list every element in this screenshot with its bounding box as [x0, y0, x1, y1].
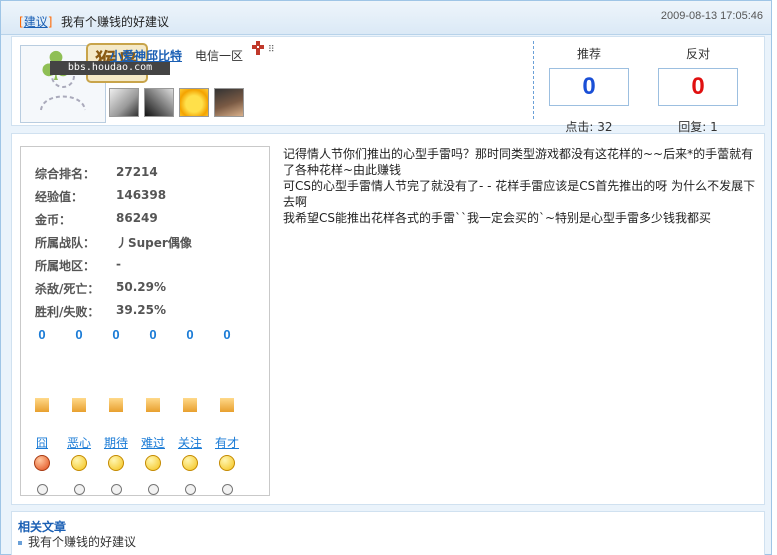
stat-value: 丿Super偶像	[116, 236, 192, 250]
author-stats-box: 综合排名： 27214 经验值： 146398 金币： 86249 所属战队： 丿Sup…	[20, 146, 270, 496]
related-item-link[interactable]: 我有个赚钱的好建议	[28, 535, 136, 549]
badge-3[interactable]	[179, 88, 209, 117]
thread-category-tag[interactable]: [建议]	[19, 13, 52, 30]
oppose-button[interactable]: 0	[658, 68, 738, 106]
mood-label[interactable]: 关注	[175, 434, 205, 451]
mood-label[interactable]: 期待	[101, 434, 131, 451]
stat-value: -	[116, 257, 121, 271]
post-paragraph: 记得情人节你们推出的心型手雷吗？那时同类型游戏都没有这花样的~~后来*的手蕾就有…	[283, 147, 754, 177]
stat-value: 27214	[116, 165, 158, 179]
mood-radio[interactable]	[138, 484, 168, 498]
recommend-label: 推荐	[576, 47, 601, 61]
stat-label: 金币：	[35, 213, 72, 227]
mood-radio[interactable]	[212, 484, 242, 498]
clicks-label: 点击:	[565, 120, 594, 134]
oppose-block: 反对 0 回复: 1	[653, 37, 743, 135]
stat-value: 50.29%	[116, 280, 166, 294]
post-body: 记得情人节你们推出的心型手雷吗？那时同类型游戏都没有这花样的~~后来*的手蕾就有…	[283, 146, 758, 226]
grid-dots-icon: ⠿	[268, 45, 275, 55]
thread-category[interactable]: 建议	[24, 15, 48, 29]
stat-winrate: 胜利/失败： 39.25%	[35, 303, 166, 320]
post-area: 综合排名： 27214 经验值： 146398 金币： 86249 所属战队： 丿Sup…	[11, 133, 765, 505]
mood-bar	[183, 398, 197, 412]
oppose-label: 反对	[685, 47, 710, 61]
stat-team: 所属战队： 丿Super偶像	[35, 234, 192, 251]
post-paragraph: 我希望CS能推出花样各式的手雷``我一定会买的`~特别是心型手雷多少钱我都买	[283, 211, 712, 225]
mood-count: 0	[38, 327, 46, 342]
mood-radio[interactable]	[64, 484, 94, 498]
author-name[interactable]: 小爱神邱比特	[110, 47, 182, 64]
mood-bar	[146, 398, 160, 412]
mood-count: 0	[112, 327, 120, 342]
badge-1[interactable]	[109, 88, 139, 117]
replies-label: 回复:	[678, 120, 707, 134]
author-panel: ♣ 猴岛 bbs.houdao.com 小爱神邱比特 电信一区 ⠿ 推荐 0 点…	[11, 36, 765, 134]
related-articles: 相关文章 我有个赚钱的好建议	[11, 511, 765, 555]
post-paragraph: 可CS的心型手雷情人节完了就没有了- - 花样手雷应该是CS首先推出的呀 为什么…	[283, 179, 756, 209]
stat-label: 经验值：	[35, 190, 84, 204]
mood-bar	[109, 398, 123, 412]
sad-face-icon	[138, 455, 168, 474]
stat-exp: 经验值： 146398	[35, 188, 166, 205]
mood-count: 0	[223, 327, 231, 342]
mood-radio[interactable]	[101, 484, 131, 498]
recommend-button[interactable]: 0	[549, 68, 629, 106]
stat-gold: 金币： 86249	[35, 211, 158, 228]
stat-label: 胜利/失败：	[35, 305, 100, 319]
smug-face-icon	[212, 455, 242, 474]
angry-face-icon	[27, 455, 57, 474]
curious-face-icon	[175, 455, 205, 474]
stat-rank: 综合排名： 27214	[35, 165, 158, 182]
stat-kd: 杀敌/死亡： 50.29%	[35, 280, 166, 297]
mood-label[interactable]: 难过	[138, 434, 168, 451]
stat-value: 86249	[116, 211, 158, 225]
bullet-icon	[18, 540, 22, 545]
mood-count: 0	[149, 327, 157, 342]
mood-bar	[35, 398, 49, 412]
hopeful-face-icon	[101, 455, 131, 474]
stat-label: 杀敌/死亡：	[35, 282, 100, 296]
replies-value: 1	[710, 120, 718, 134]
stat-label: 所属战队：	[35, 236, 96, 250]
clicks-value: 32	[597, 120, 613, 134]
mood-bar	[72, 398, 86, 412]
stat-value: 146398	[116, 188, 167, 202]
thread-date: 2009-08-13 17:05:46	[660, 10, 763, 22]
rank-icon	[252, 41, 264, 55]
mood-label[interactable]: 囧	[27, 434, 57, 451]
vote-separator	[533, 41, 534, 119]
stat-label: 所属地区：	[35, 259, 96, 273]
mood-radio[interactable]	[27, 484, 57, 498]
mood-count: 0	[186, 327, 194, 342]
mood-radio[interactable]	[175, 484, 205, 498]
thread-title-bar: [建议] 我有个赚钱的好建议 2009-08-13 17:05:46	[1, 1, 771, 35]
thread-title: 我有个赚钱的好建议	[61, 15, 170, 29]
mood-label[interactable]: 恶心	[64, 434, 94, 451]
badge-4[interactable]	[214, 88, 244, 117]
thread-page: [建议] 我有个赚钱的好建议 2009-08-13 17:05:46 ♣ 猴岛 …	[0, 0, 772, 555]
stat-value: 39.25%	[116, 303, 166, 317]
stat-label: 综合排名：	[35, 167, 96, 181]
author-server: 电信一区	[195, 49, 244, 63]
stat-region: 所属地区： -	[35, 257, 121, 274]
mood-label[interactable]: 有才	[212, 434, 242, 451]
badge-2[interactable]	[144, 88, 174, 117]
related-item[interactable]: 我有个赚钱的好建议	[18, 533, 136, 550]
sick-face-icon	[64, 455, 94, 474]
recommend-block: 推荐 0 点击: 32	[544, 37, 634, 135]
mood-count: 0	[75, 327, 83, 342]
mood-bar	[220, 398, 234, 412]
